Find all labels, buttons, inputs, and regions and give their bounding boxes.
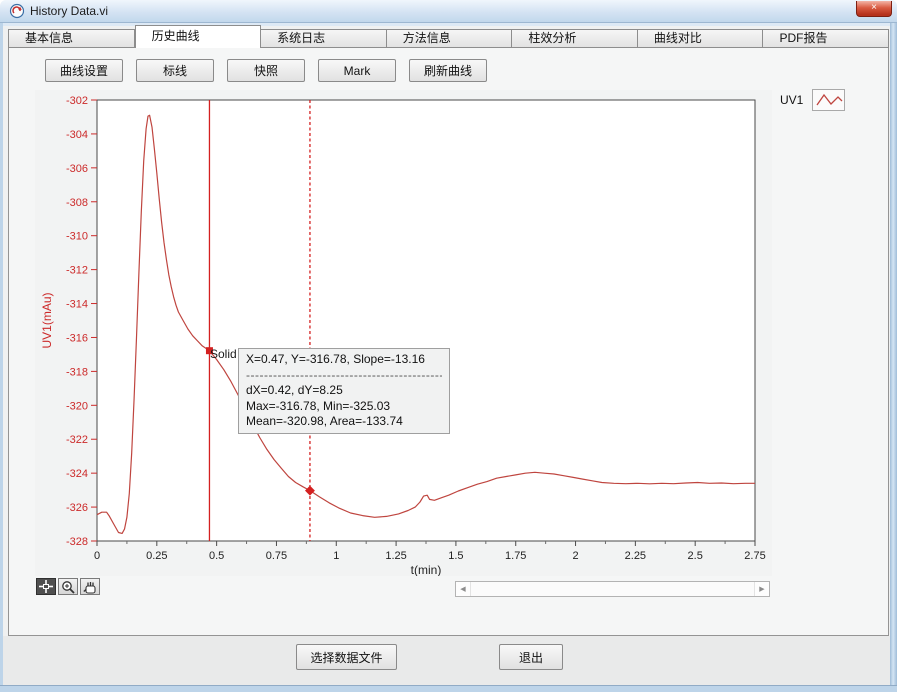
svg-text:0.25: 0.25 <box>146 550 167 562</box>
pan-tool[interactable] <box>80 578 100 595</box>
svg-text:-302: -302 <box>66 95 88 107</box>
tab-pdf-report[interactable]: PDF报告 <box>763 29 889 48</box>
tab-basic-info[interactable]: 基本信息 <box>8 29 135 48</box>
svg-text:2: 2 <box>572 550 578 562</box>
tab-system-log[interactable]: 系统日志 <box>261 29 387 48</box>
cursor-move-tool[interactable] <box>36 578 56 595</box>
scrollbar-track[interactable] <box>470 582 755 596</box>
tab-bar: 基本信息历史曲线系统日志方法信息柱效分析曲线对比PDF报告 <box>8 25 889 48</box>
vi-icon <box>9 3 25 19</box>
curve-settings-button[interactable]: 曲线设置 <box>45 59 123 82</box>
x-axis-label: t(min) <box>411 563 442 576</box>
svg-text:0: 0 <box>94 550 100 562</box>
y-axis: -302 -304 -306 -308 -310 -312 -314 -316 -318 -320… <box>40 95 97 548</box>
svg-text:-326: -326 <box>66 502 88 514</box>
svg-text:1.75: 1.75 <box>505 550 526 562</box>
cursor-tooltip: X=0.47, Y=-316.78, Slope=-13.16---------… <box>238 348 450 434</box>
tooltip-line: Mean=-320.98, Area=-133.74 <box>246 414 442 430</box>
crosshair-icon <box>38 580 54 593</box>
mark-button[interactable]: Mark <box>318 59 396 82</box>
svg-text:1.5: 1.5 <box>448 550 463 562</box>
window-title: History Data.vi <box>30 4 108 18</box>
frame-right <box>890 22 897 685</box>
legend-label: UV1 <box>780 93 803 107</box>
graph-palette <box>36 578 100 595</box>
scroll-left-arrow-icon[interactable]: ◀ <box>456 582 470 596</box>
svg-text:-310: -310 <box>66 231 88 243</box>
graph-panel: -302 -304 -306 -308 -310 -312 -314 -316 -318 -320… <box>35 90 772 576</box>
zoom-tool[interactable] <box>58 578 78 595</box>
tooltip-line: Max=-316.78, Min=-325.03 <box>246 399 442 415</box>
legend-line-icon <box>813 90 844 110</box>
select-data-file-button[interactable]: 选择数据文件 <box>296 644 397 670</box>
legend-plot-style[interactable] <box>812 89 845 111</box>
svg-text:-318: -318 <box>66 366 88 378</box>
svg-text:-308: -308 <box>66 197 88 209</box>
close-icon: × <box>871 2 877 13</box>
svg-text:-312: -312 <box>66 265 88 277</box>
footer-strip <box>3 636 890 685</box>
hand-icon <box>82 580 98 594</box>
tab-method-info[interactable]: 方法信息 <box>387 29 513 48</box>
snapshot-button[interactable]: 快照 <box>227 59 305 82</box>
frame-bottom <box>0 685 897 692</box>
waveform-graph[interactable]: -302 -304 -306 -308 -310 -312 -314 -316 -318 -320… <box>35 90 772 576</box>
svg-text:-320: -320 <box>66 400 88 412</box>
svg-text:-306: -306 <box>66 163 88 175</box>
svg-text:-328: -328 <box>66 536 88 548</box>
svg-text:2.5: 2.5 <box>688 550 703 562</box>
refresh-curve-button[interactable]: 刷新曲线 <box>409 59 487 82</box>
tooltip-line: dX=0.42, dY=8.25 <box>246 383 442 399</box>
title-bar: History Data.vi <box>0 0 897 23</box>
y-axis-label: UV1(mAu) <box>40 292 54 348</box>
tab-column-efficiency[interactable]: 柱效分析 <box>512 29 638 48</box>
marker-line-button[interactable]: 标线 <box>136 59 214 82</box>
plot-area[interactable] <box>97 100 755 541</box>
svg-text:-322: -322 <box>66 434 88 446</box>
tooltip-separator: ----------------------------------------… <box>246 368 442 384</box>
cursor-name-label: Solid <box>210 347 237 361</box>
scroll-right-arrow-icon[interactable]: ▶ <box>755 582 769 596</box>
exit-button[interactable]: 退出 <box>499 644 563 670</box>
tab-history-curve[interactable]: 历史曲线 <box>135 25 262 48</box>
svg-text:2.75: 2.75 <box>744 550 765 562</box>
svg-text:1.25: 1.25 <box>385 550 406 562</box>
curve-toolbar: 曲线设置标线快照 Mark 刷新曲线 <box>45 59 487 82</box>
svg-text:-304: -304 <box>66 129 88 141</box>
graph-hscrollbar[interactable]: ◀ ▶ <box>455 581 770 597</box>
svg-text:0.75: 0.75 <box>266 550 287 562</box>
svg-text:0.5: 0.5 <box>209 550 224 562</box>
frame-left <box>0 22 3 685</box>
graph-legend: UV1 <box>780 89 845 111</box>
tooltip-line: X=0.47, Y=-316.78, Slope=-13.16 <box>246 352 442 368</box>
close-button[interactable]: × <box>856 1 892 17</box>
x-axis: 0 0.25 0.5 0.75 1 1.25 1.5 1.75 2 2.25 2.5 2.75 t(mi… <box>94 541 766 576</box>
svg-text:-314: -314 <box>66 299 88 311</box>
app-window: History Data.vi × 基本信息历史曲线系统日志方法信息柱效分析曲线… <box>0 0 897 692</box>
svg-text:2.25: 2.25 <box>625 550 646 562</box>
magnifier-icon <box>60 580 76 594</box>
svg-text:-316: -316 <box>66 332 88 344</box>
tab-curve-compare[interactable]: 曲线对比 <box>638 29 764 48</box>
svg-text:-324: -324 <box>66 468 88 480</box>
svg-text:1: 1 <box>333 550 339 562</box>
